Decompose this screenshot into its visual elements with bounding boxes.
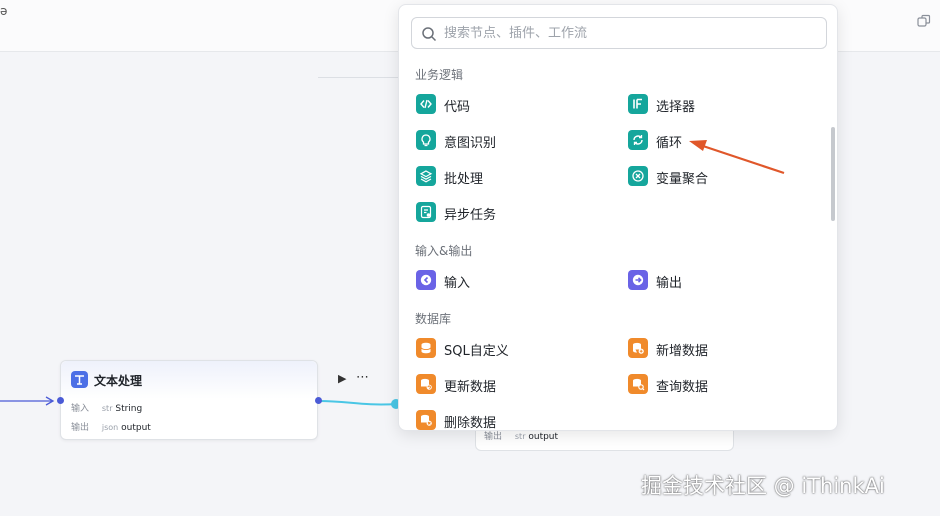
node-item-batch[interactable]: 批处理 <box>416 165 616 189</box>
panel-scrollbar[interactable] <box>831 127 835 221</box>
node-item-label: SQL自定义 <box>444 344 509 359</box>
node-input-label: 输入 <box>71 404 90 414</box>
node-output-value: output <box>121 423 151 433</box>
node-output-label: 输出 <box>71 423 90 433</box>
loop-icon <box>628 130 648 150</box>
node-item-code[interactable]: 代码 <box>416 93 616 117</box>
node-item-selector[interactable]: 选择器 <box>628 93 828 117</box>
node-header: 文本处理 ▶ ⋯ <box>61 361 369 399</box>
watermark: 掘金技术社区 @ iThinkAi <box>641 474 885 498</box>
node-input-row: 输入 str String <box>71 401 142 414</box>
code-icon <box>416 94 436 114</box>
node2-output-type: str <box>514 432 526 441</box>
database-delete-icon <box>416 410 436 430</box>
more-options-icon[interactable]: ⋯ <box>356 370 370 385</box>
node-item-aggregate[interactable]: 变量聚合 <box>628 165 828 189</box>
node-item-intent[interactable]: 意图识别 <box>416 129 616 153</box>
async-task-icon <box>416 202 436 222</box>
node-item-async[interactable]: 异步任务 <box>416 201 616 225</box>
input-icon <box>416 270 436 290</box>
node-item-label: 查询数据 <box>656 380 709 395</box>
node-item-label: 输入 <box>444 276 471 291</box>
node-item-sql[interactable]: SQL自定义 <box>416 337 616 361</box>
node-item-label: 更新数据 <box>444 380 497 395</box>
node-item-label: 代码 <box>444 100 471 115</box>
popout-window-icon[interactable] <box>917 14 931 28</box>
node-item-label: 意图识别 <box>444 136 497 151</box>
node-item-label: 异步任务 <box>444 208 497 223</box>
if-icon <box>628 94 648 114</box>
text-processing-node[interactable]: 文本处理 ▶ ⋯ 输入 str String 输出 json output <box>60 360 369 440</box>
toolbar-corner-glyph: ǝ <box>0 4 8 18</box>
node-input-port[interactable] <box>57 397 64 404</box>
section-title-logic: 业务逻辑 <box>415 68 464 82</box>
database-icon <box>416 338 436 358</box>
layers-icon <box>416 166 436 186</box>
outgoing-edge <box>318 400 399 406</box>
node-item-label: 删除数据 <box>444 416 497 431</box>
node-output-row: 输出 json output <box>71 420 151 433</box>
node-item-output[interactable]: 输出 <box>628 269 828 293</box>
node-picker-panel: 业务逻辑 代码 选择器 意图识别 循环 批处理 变量聚合 <box>398 4 838 431</box>
node-item-add-data[interactable]: 新增数据 <box>628 337 828 361</box>
database-add-icon <box>628 338 648 358</box>
node-item-label: 循环 <box>656 136 683 151</box>
section-title-database: 数据库 <box>415 312 452 326</box>
node-item-input[interactable]: 输入 <box>416 269 616 293</box>
incoming-edge-arrowhead <box>45 396 55 406</box>
section-title-io: 输入&输出 <box>415 244 473 258</box>
database-update-icon <box>416 374 436 394</box>
output-icon <box>628 270 648 290</box>
run-node-icon[interactable]: ▶ <box>338 372 346 385</box>
node-item-label: 输出 <box>656 276 683 291</box>
search-icon <box>422 27 437 42</box>
node-output-port[interactable] <box>315 397 322 404</box>
node-input-value: String <box>115 404 143 414</box>
node-item-label: 选择器 <box>656 100 696 115</box>
node2-output-value: output <box>528 432 559 442</box>
search-input[interactable] <box>444 23 814 43</box>
node-item-label: 变量聚合 <box>656 172 709 187</box>
node-item-label: 新增数据 <box>656 344 709 359</box>
node-item-loop[interactable]: 循环 <box>628 129 828 153</box>
text-process-icon <box>71 371 88 388</box>
node2-output-label: 输出 <box>484 432 503 442</box>
database-search-icon <box>628 374 648 394</box>
node-item-update-data[interactable]: 更新数据 <box>416 373 616 397</box>
node-title: 文本处理 <box>94 374 143 388</box>
node-item-query-data[interactable]: 查询数据 <box>628 373 828 397</box>
intent-icon <box>416 130 436 150</box>
node-input-type: str <box>101 404 113 413</box>
canvas-divider <box>318 77 398 78</box>
node-output-type: json <box>101 423 119 432</box>
aggregate-icon <box>628 166 648 186</box>
node-item-label: 批处理 <box>444 172 484 187</box>
node-item-delete-data[interactable]: 删除数据 <box>416 409 616 431</box>
search-box[interactable] <box>411 17 827 49</box>
